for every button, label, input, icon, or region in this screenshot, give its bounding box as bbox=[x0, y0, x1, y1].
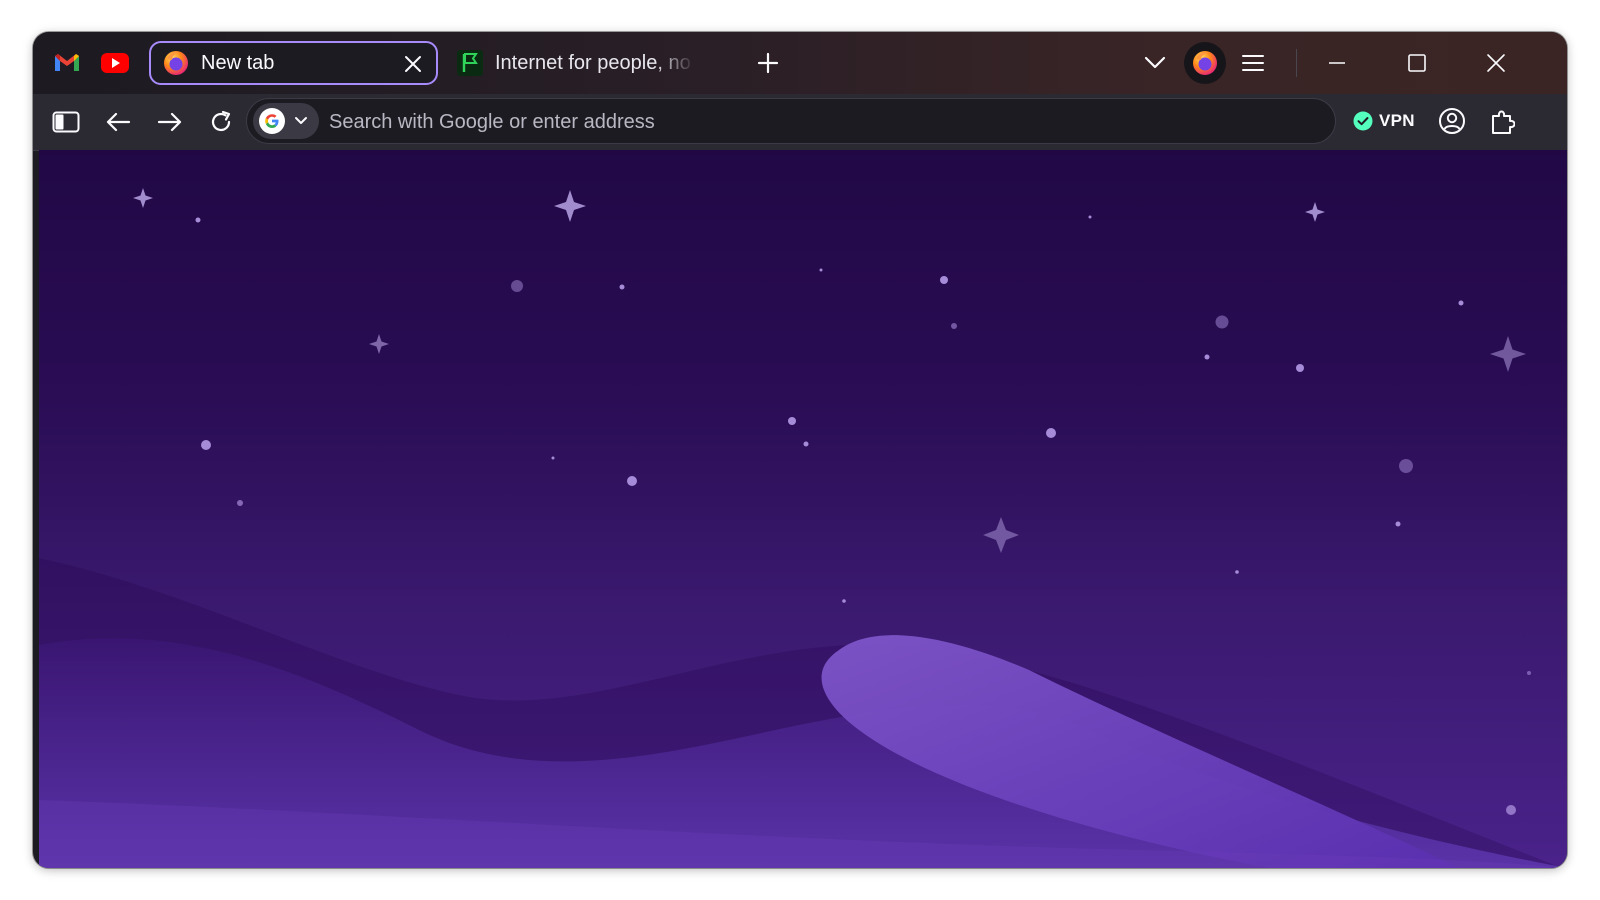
tab-title: New tab bbox=[201, 51, 275, 74]
hamburger-menu-icon bbox=[1242, 55, 1264, 71]
sidebar-icon bbox=[52, 111, 80, 133]
account-button[interactable] bbox=[1434, 103, 1470, 139]
sidebar-toggle-button[interactable] bbox=[48, 104, 84, 140]
new-tab-button[interactable] bbox=[750, 45, 786, 81]
search-engine-selector[interactable] bbox=[253, 103, 319, 139]
pinned-tab-youtube[interactable] bbox=[97, 45, 133, 81]
search-input[interactable] bbox=[327, 99, 1311, 145]
minimize-icon bbox=[1329, 62, 1345, 64]
separator bbox=[1296, 49, 1297, 77]
extensions-button[interactable] bbox=[1484, 103, 1520, 139]
vpn-button[interactable]: VPN bbox=[1353, 106, 1415, 136]
list-all-tabs-button[interactable] bbox=[1137, 45, 1173, 81]
tab-strip: New tab Internet for people, no bbox=[33, 32, 1567, 94]
minimize-button[interactable] bbox=[1319, 45, 1355, 81]
maximize-button[interactable] bbox=[1399, 45, 1435, 81]
back-arrow-icon bbox=[106, 112, 131, 132]
reload-button[interactable] bbox=[203, 104, 239, 140]
maximize-icon bbox=[1408, 54, 1426, 72]
extensions-icon bbox=[1492, 110, 1515, 134]
check-circle-icon bbox=[1353, 111, 1373, 131]
reload-icon bbox=[211, 110, 231, 132]
firefox-account-button[interactable] bbox=[1184, 42, 1226, 84]
google-icon bbox=[259, 108, 285, 134]
app-menu-button[interactable] bbox=[1235, 45, 1271, 81]
chevron-down-icon bbox=[295, 117, 307, 124]
background-illustration bbox=[39, 188, 1567, 868]
tab-title: Internet for people, no bbox=[495, 51, 691, 74]
firefox-icon bbox=[163, 50, 189, 76]
close-tab-button[interactable] bbox=[400, 51, 426, 77]
tab-new-tab[interactable]: New tab bbox=[149, 41, 438, 85]
youtube-icon bbox=[101, 53, 129, 73]
forward-button[interactable] bbox=[152, 104, 188, 140]
close-window-button[interactable] bbox=[1478, 45, 1514, 81]
firefox-account-icon bbox=[1193, 51, 1217, 75]
browser-window: New tab Internet for people, no Search w… bbox=[33, 32, 1567, 868]
plus-icon bbox=[757, 52, 779, 74]
account-icon bbox=[1439, 108, 1465, 134]
forward-arrow-icon bbox=[157, 112, 182, 132]
back-button[interactable] bbox=[100, 104, 136, 140]
tab-internet-for-people[interactable]: Internet for people, no bbox=[453, 41, 753, 85]
address-bar[interactable] bbox=[246, 98, 1336, 145]
new-tab-page bbox=[39, 150, 1567, 868]
vpn-label: VPN bbox=[1379, 111, 1415, 130]
close-icon bbox=[1487, 54, 1505, 72]
gmail-icon bbox=[55, 54, 79, 71]
close-icon bbox=[405, 56, 421, 72]
chevron-down-icon bbox=[1144, 56, 1166, 69]
navigation-toolbar: VPN bbox=[33, 94, 1567, 151]
pinned-tab-gmail[interactable] bbox=[49, 45, 85, 81]
green-flag-icon bbox=[457, 50, 483, 76]
